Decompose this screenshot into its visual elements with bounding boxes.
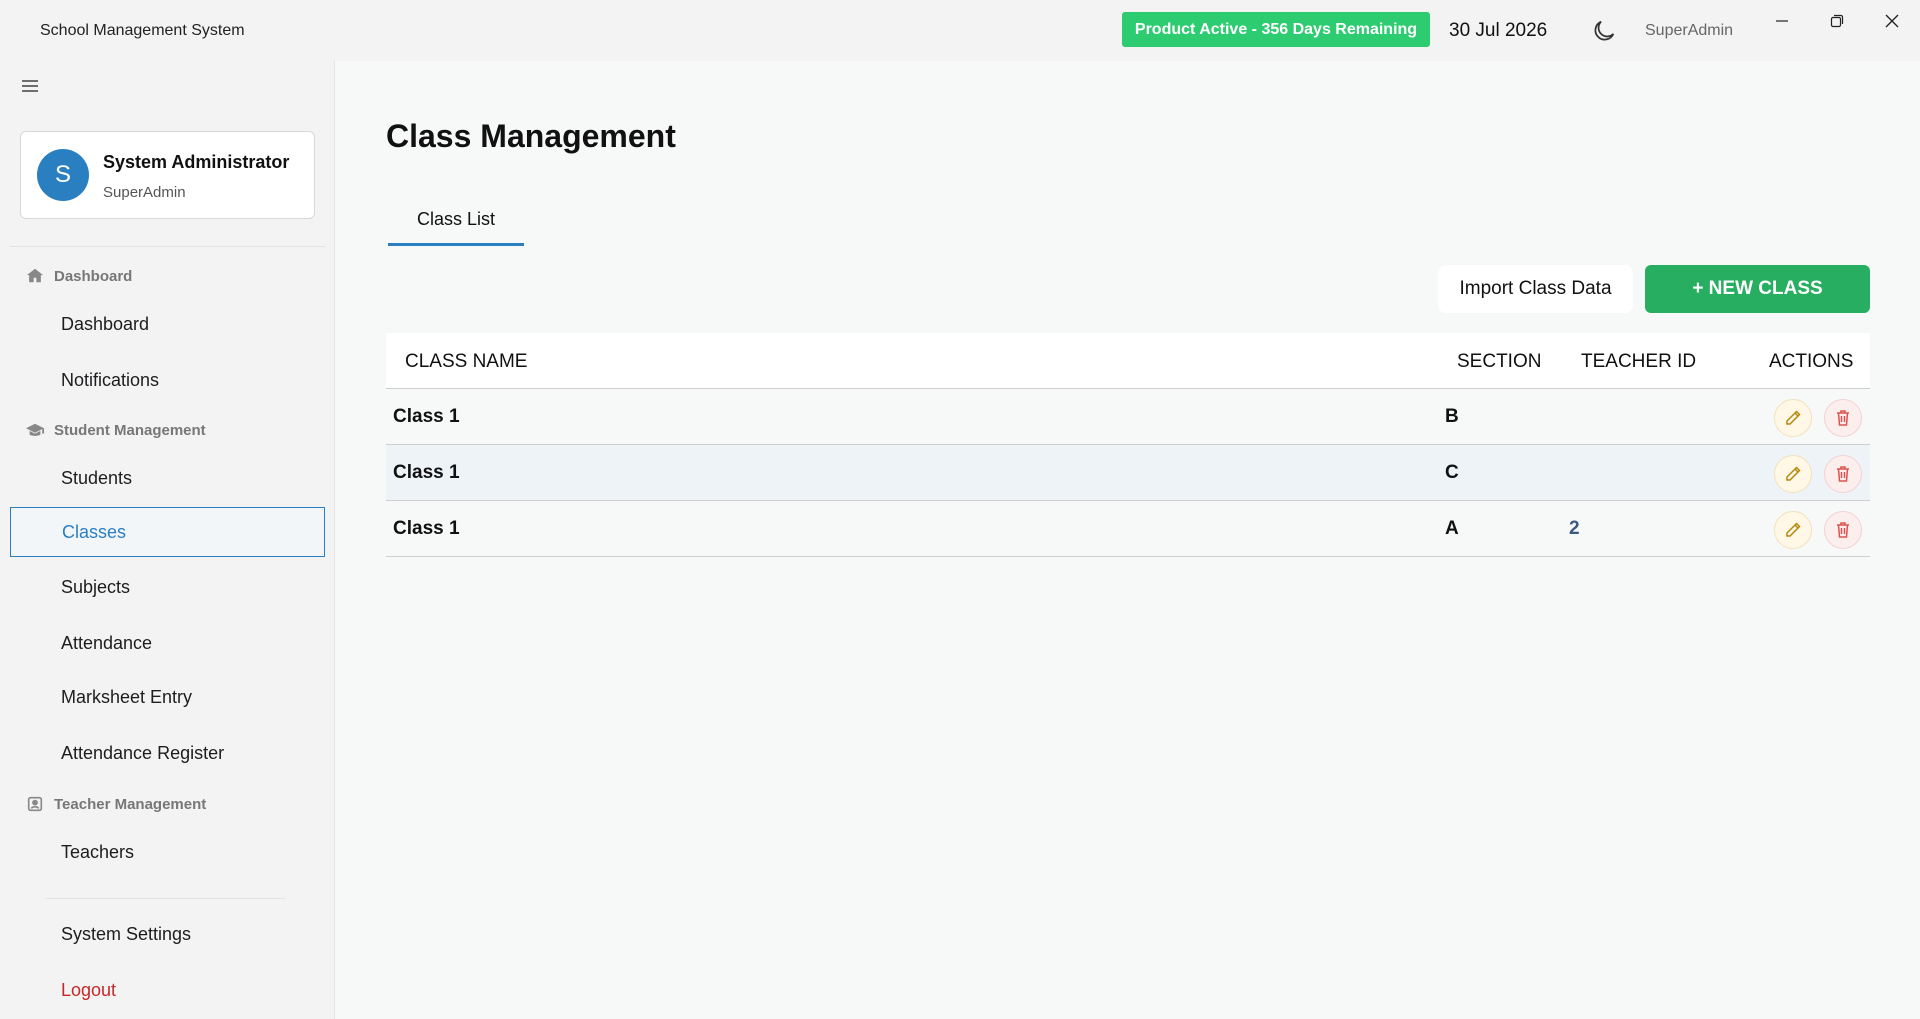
table-row[interactable]: Class 1 B bbox=[386, 389, 1870, 445]
cell-section: B bbox=[1445, 406, 1459, 427]
profile-card: S System Administrator SuperAdmin bbox=[20, 131, 315, 219]
trash-icon bbox=[1837, 522, 1849, 538]
sidebar-item-marksheet-entry[interactable]: Marksheet Entry bbox=[10, 672, 325, 722]
pencil-icon bbox=[1786, 466, 1801, 481]
column-header-teacher-id[interactable]: TEACHER ID bbox=[1581, 351, 1696, 373]
cell-class-name: Class 1 bbox=[393, 406, 460, 427]
cell-section: C bbox=[1445, 462, 1459, 483]
avatar: S bbox=[37, 149, 89, 201]
sidebar-item-notifications[interactable]: Notifications bbox=[10, 355, 325, 405]
sidebar-item-teachers[interactable]: Teachers bbox=[10, 827, 325, 877]
table-header: CLASS NAME SECTION TEACHER ID ACTIONS bbox=[386, 333, 1870, 389]
delete-button[interactable] bbox=[1824, 455, 1862, 493]
section-teacher-label: Teacher Management bbox=[54, 795, 207, 813]
import-class-data-button[interactable]: Import Class Data bbox=[1438, 265, 1633, 313]
edit-button[interactable] bbox=[1774, 455, 1812, 493]
section-dashboard: Dashboard bbox=[26, 267, 132, 285]
sidebar-item-system-settings[interactable]: System Settings bbox=[10, 909, 325, 959]
cell-teacher-id: 2 bbox=[1569, 518, 1580, 539]
app-title: School Management System bbox=[40, 22, 245, 39]
pencil-icon bbox=[1786, 410, 1801, 425]
minimize-icon[interactable] bbox=[1760, 6, 1804, 36]
new-class-button[interactable]: + NEW CLASS bbox=[1645, 265, 1870, 313]
profile-role: SuperAdmin bbox=[103, 184, 186, 201]
maximize-icon[interactable] bbox=[1815, 6, 1859, 36]
profile-name: System Administrator bbox=[103, 152, 290, 172]
logout-button[interactable]: Logout bbox=[10, 965, 325, 1015]
sidebar-item-students[interactable]: Students bbox=[10, 453, 325, 503]
sidebar: S System Administrator SuperAdmin Dashbo… bbox=[0, 61, 335, 1019]
column-header-class-name[interactable]: CLASS NAME bbox=[405, 351, 527, 373]
cell-section: A bbox=[1445, 518, 1459, 539]
trash-icon bbox=[1837, 466, 1849, 482]
title-bar: School Management System Product Active … bbox=[0, 0, 1920, 61]
page-title: Class Management bbox=[386, 118, 676, 154]
section-student-management: Student Management bbox=[26, 421, 206, 439]
cell-class-name: Class 1 bbox=[393, 462, 460, 483]
moon-icon[interactable] bbox=[1590, 17, 1618, 45]
sidebar-item-subjects[interactable]: Subjects bbox=[10, 562, 325, 612]
pencil-icon bbox=[1786, 522, 1801, 537]
column-header-actions: ACTIONS bbox=[1769, 351, 1854, 372]
divider bbox=[10, 246, 325, 247]
license-status-badge: Product Active - 356 Days Remaining bbox=[1122, 12, 1430, 47]
current-date: 30 Jul 2026 bbox=[1449, 20, 1548, 41]
column-header-section[interactable]: SECTION bbox=[1457, 351, 1541, 373]
tab-class-list[interactable]: Class List bbox=[388, 196, 524, 246]
sidebar-item-attendance[interactable]: Attendance bbox=[10, 618, 325, 668]
close-icon[interactable] bbox=[1870, 6, 1914, 36]
menu-icon[interactable] bbox=[20, 76, 42, 98]
cell-class-name: Class 1 bbox=[393, 518, 460, 539]
table-row[interactable]: Class 1 C bbox=[386, 445, 1870, 501]
delete-button[interactable] bbox=[1824, 399, 1862, 437]
current-user[interactable]: SuperAdmin bbox=[1645, 22, 1733, 40]
section-dashboard-label: Dashboard bbox=[54, 267, 133, 285]
edit-button[interactable] bbox=[1774, 399, 1812, 437]
sidebar-item-attendance-register[interactable]: Attendance Register bbox=[10, 728, 325, 778]
section-teacher-management: Teacher Management bbox=[26, 795, 206, 813]
id-badge-icon bbox=[27, 796, 43, 812]
class-table: CLASS NAME SECTION TEACHER ID ACTIONS Cl… bbox=[386, 333, 1870, 557]
section-student-label: Student Management bbox=[54, 421, 206, 439]
trash-icon bbox=[1837, 410, 1849, 426]
delete-button[interactable] bbox=[1824, 511, 1862, 549]
home-icon bbox=[26, 268, 44, 283]
sidebar-item-dashboard[interactable]: Dashboard bbox=[10, 299, 325, 349]
divider bbox=[45, 898, 285, 899]
sidebar-item-classes[interactable]: Classes bbox=[10, 507, 325, 557]
table-row[interactable]: Class 1 A 2 bbox=[386, 501, 1870, 557]
graduation-cap-icon bbox=[26, 423, 44, 436]
edit-button[interactable] bbox=[1774, 511, 1812, 549]
